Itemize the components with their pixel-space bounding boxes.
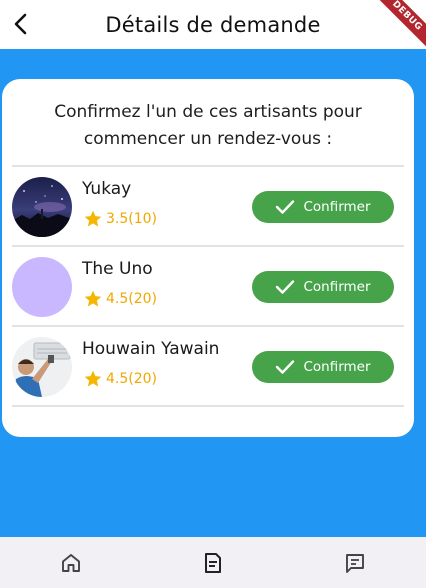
nav-requests[interactable] — [181, 543, 245, 583]
rating-value: 4.5(20) — [106, 291, 158, 307]
back-button[interactable] — [4, 7, 38, 41]
divider — [12, 405, 404, 407]
star-icon — [84, 210, 102, 227]
app-bar: Détails de demande DEBUG — [0, 0, 426, 54]
bottom-navigation — [0, 537, 426, 588]
document-icon — [205, 552, 221, 573]
rating: 3.5(10) — [83, 209, 157, 229]
star-icon — [84, 290, 102, 307]
debug-banner: DEBUG — [369, 0, 426, 54]
confirm-button[interactable]: Confirmer — [252, 351, 394, 383]
artisan-row-yukay: Yukay 3.5(10) Confirmer — [12, 167, 404, 245]
nav-messages[interactable] — [323, 543, 387, 583]
nav-home[interactable] — [39, 543, 103, 583]
confirm-label: Confirmer — [303, 279, 371, 295]
avatar — [12, 177, 72, 237]
avatar-placeholder — [12, 257, 72, 317]
artisan-name: The Uno — [82, 259, 153, 279]
instruction-text: Confirmez l'un de ces artisants pour com… — [54, 102, 362, 149]
page-title: Détails de demande — [105, 12, 321, 37]
rating-value: 3.5(10) — [106, 211, 158, 227]
check-icon — [276, 360, 295, 374]
rating-value: 4.5(20) — [106, 371, 158, 387]
chat-icon — [346, 553, 364, 573]
rating: 4.5(20) — [83, 369, 157, 389]
artisan-row-houwain-yawain: Houwain Yawain 4.5(20) Confirmer — [12, 327, 404, 405]
confirm-button[interactable]: Confirmer — [252, 271, 394, 303]
artisans-card: Confirmez l'un de ces artisants pour com… — [2, 79, 414, 437]
check-icon — [276, 280, 295, 294]
confirm-label: Confirmer — [303, 199, 371, 215]
technician-photo-icon — [12, 337, 72, 397]
confirm-button[interactable]: Confirmer — [252, 191, 394, 223]
home-icon — [62, 553, 80, 572]
confirm-label: Confirmer — [303, 359, 371, 375]
artisan-name: Yukay — [82, 179, 132, 199]
artisan-name: Houwain Yawain — [82, 339, 220, 359]
avatar — [12, 337, 72, 397]
main-content: Confirmez l'un de ces artisants pour com… — [0, 49, 426, 537]
check-icon — [276, 200, 295, 214]
back-arrow-icon — [14, 13, 27, 35]
star-icon — [84, 370, 102, 387]
artisan-row-the-uno: The Uno 4.5(20) Confirmer — [12, 247, 404, 325]
rating: 4.5(20) — [83, 289, 157, 309]
night-sky-photo-icon — [12, 177, 72, 237]
